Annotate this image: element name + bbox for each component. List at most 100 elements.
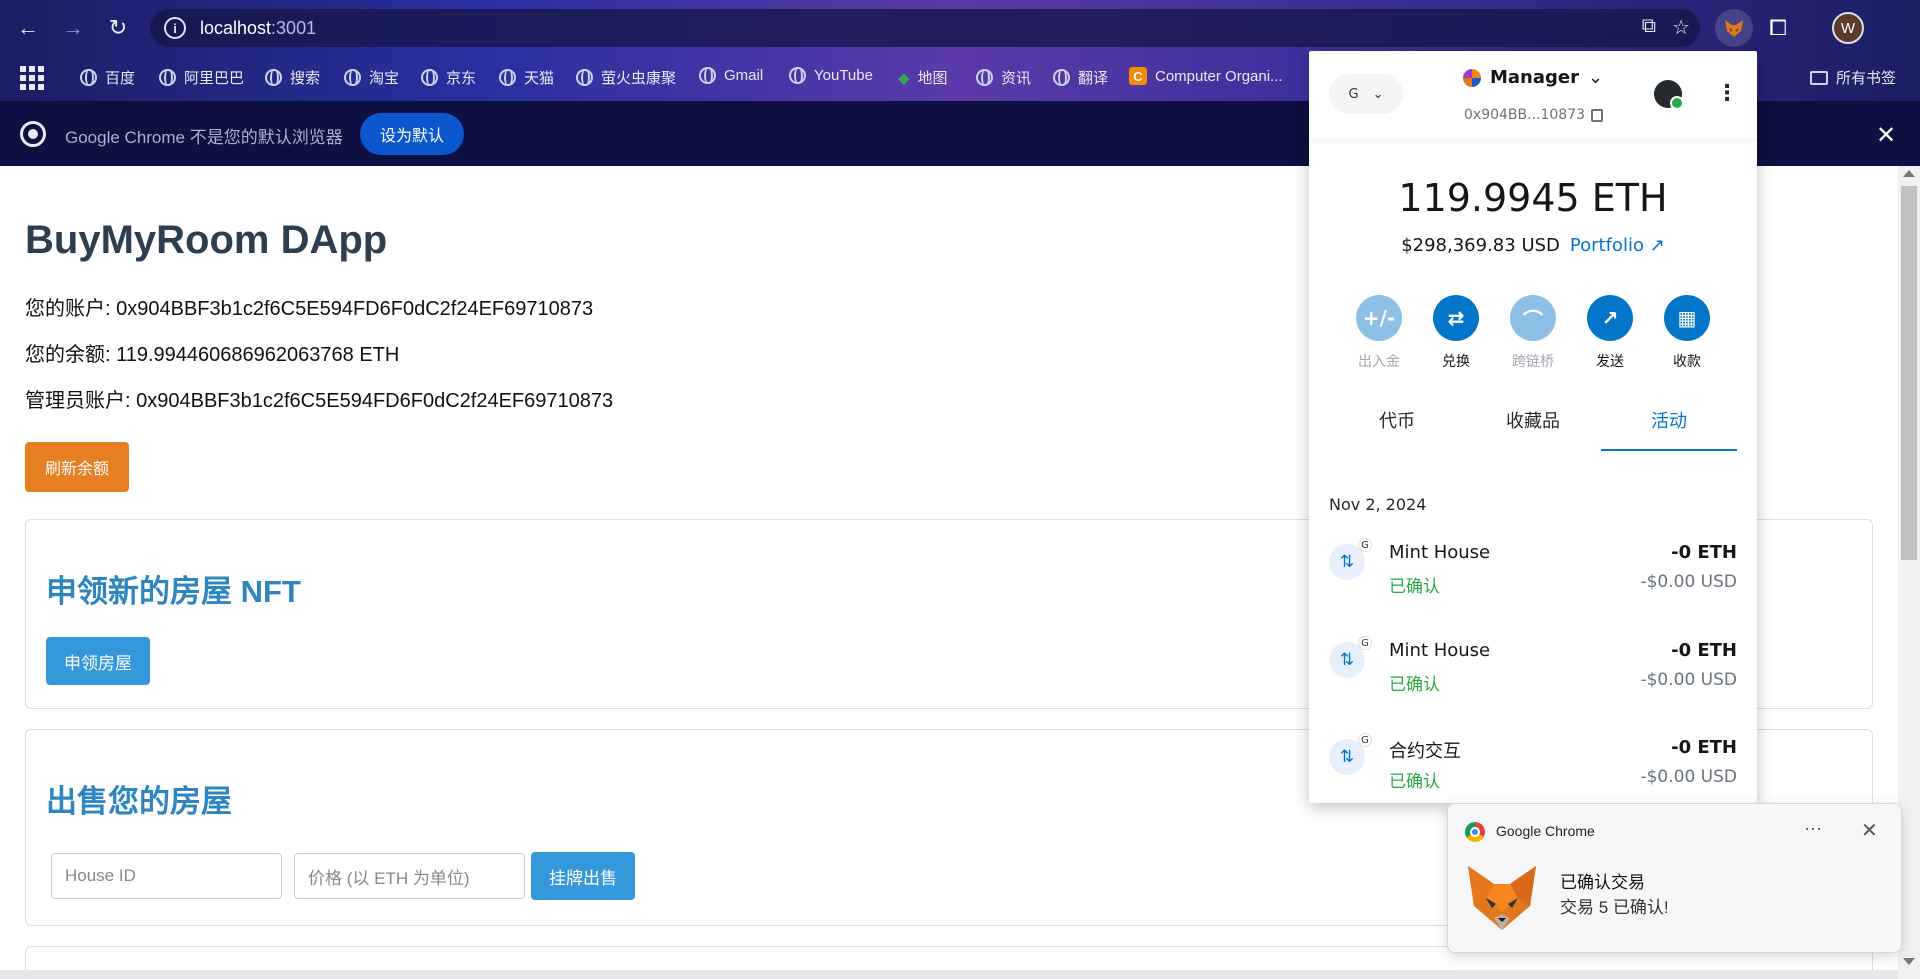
close-icon[interactable]: ✕ [1876, 121, 1896, 150]
metamask-tabs: 代币 收藏品 活动 [1329, 399, 1737, 451]
network-badge: G [1358, 733, 1372, 747]
tab-tokens[interactable]: 代币 [1329, 399, 1465, 451]
bookmark-item[interactable]: 资讯 [976, 67, 1031, 88]
notification-title: 已确认交易 [1560, 873, 1645, 892]
bookmark-item[interactable]: 天猫 [499, 67, 554, 88]
qr-code-icon: ▦ [1664, 295, 1710, 341]
buy-sell-button[interactable]: +/- 出入金 [1349, 295, 1409, 371]
wallet-actions: +/- 出入金 ⇄ 兑换 ⌒ 跨链桥 ↗ 发送 ▦ 收款 [1349, 295, 1717, 371]
kebab-menu-icon[interactable]: ⋮ [1716, 81, 1738, 106]
chrome-icon [20, 121, 46, 147]
bookmark-item[interactable]: ◆ 地图 [898, 67, 948, 88]
refresh-balance-button[interactable]: 刷新余额 [25, 442, 129, 492]
folder-icon [1810, 70, 1828, 85]
install-app-icon[interactable]: ⧉ [1642, 15, 1656, 40]
globe-icon [499, 69, 516, 86]
set-default-button[interactable]: 设为默认 [360, 113, 464, 155]
tab-collectibles[interactable]: 收藏品 [1465, 399, 1601, 451]
transaction-item[interactable]: ⇅ G Mint House 已确认 -0 ETH -$0.00 USD [1329, 636, 1737, 700]
tab-activity[interactable]: 活动 [1601, 399, 1737, 451]
all-bookmarks-folder[interactable]: 所有书签 [1810, 67, 1896, 88]
chevron-down-icon: ⌄ [1588, 67, 1604, 88]
account-line: 您的账户: 0x904BBF3b1c2f6C5E594FD6F0dC2f24EF… [25, 298, 594, 320]
eth-balance: 119.9945 ETH [1398, 176, 1668, 220]
claim-title: 申领新的房屋 NFT [46, 574, 301, 609]
bookmark-item[interactable]: C Computer Organi... [1129, 67, 1283, 85]
address-bar[interactable]: i localhost:3001 ⧉ ☆ [150, 9, 1700, 47]
network-badge: G [1358, 636, 1372, 650]
account-address[interactable]: 0x904BB...10873 [1464, 107, 1604, 123]
copy-icon[interactable] [1591, 108, 1604, 122]
bookmark-item[interactable]: 淘宝 [344, 67, 399, 88]
bookmark-item[interactable]: 百度 [80, 67, 135, 88]
globe-icon [976, 69, 993, 86]
extensions-icon[interactable]: ⧠ [1762, 12, 1794, 44]
external-link-icon: ↗ [1649, 235, 1665, 256]
globe-icon [576, 69, 593, 86]
back-icon[interactable]: ← [10, 10, 46, 46]
balance-line: 您的余额: 119.994460686962063768 ETH [25, 344, 400, 366]
plus-minus-icon: +/- [1356, 295, 1402, 341]
sell-title: 出售您的房屋 [46, 784, 232, 819]
site-info-icon[interactable]: i [164, 17, 186, 39]
bookmark-item[interactable]: 萤火虫康聚 [576, 67, 676, 88]
globe-icon [80, 69, 97, 86]
admin-line: 管理员账户: 0x904BBF3b1c2f6C5E594FD6F0dC2f24E… [25, 390, 614, 412]
bookmark-star-icon[interactable]: ☆ [1672, 15, 1690, 40]
infobar-text: Google Chrome 不是您的默认浏览器 [65, 128, 343, 147]
notification-app: Google Chrome [1496, 823, 1595, 839]
bridge-button[interactable]: ⌒ 跨链桥 [1503, 295, 1563, 371]
forward-icon[interactable]: → [55, 10, 91, 46]
maps-icon: ◆ [898, 69, 910, 87]
more-options-icon[interactable]: ··· [1804, 818, 1822, 839]
portfolio-link[interactable]: Portfolio ↗ [1570, 235, 1665, 256]
scroll-thumb[interactable] [1901, 186, 1917, 560]
metamask-extension-icon[interactable] [1715, 9, 1753, 47]
browser-toolbar: ← → ↻ i localhost:3001 ⧉ ☆ ⧠ W [0, 0, 1920, 56]
swap-icon: ⇄ [1433, 295, 1479, 341]
bookmark-item[interactable]: 搜索 [265, 67, 320, 88]
list-for-sale-button[interactable]: 挂牌出售 [531, 852, 635, 900]
connected-site-icon[interactable] [1654, 80, 1684, 110]
transaction-item[interactable]: ⇅ G Mint House 已确认 -0 ETH -$0.00 USD [1329, 538, 1737, 602]
transaction-item[interactable]: ⇅ G 合约交互 已确认 -0 ETH -$0.00 USD [1329, 733, 1737, 797]
page-title: BuyMyRoom DApp [25, 218, 388, 262]
apps-icon[interactable] [20, 66, 44, 90]
notification-body: 交易 5 已确认! [1560, 898, 1669, 917]
metamask-header: G ⌄ Manager ⌄ 0x904BB...10873 ⋮ [1309, 51, 1757, 139]
bookmark-item[interactable]: 京东 [421, 67, 476, 88]
url-text: localhost:3001 [200, 17, 317, 38]
bottom-edge [0, 970, 1898, 979]
chevron-down-icon: ⌄ [1372, 86, 1384, 102]
globe-icon [265, 69, 282, 86]
reload-icon[interactable]: ↻ [100, 10, 136, 46]
house-id-input[interactable]: House ID [51, 853, 282, 899]
profile-avatar[interactable]: W [1832, 12, 1864, 44]
account-avatar [1463, 68, 1481, 87]
receive-button[interactable]: ▦ 收款 [1657, 295, 1717, 371]
network-badge: G [1358, 538, 1372, 552]
globe-icon [344, 69, 361, 86]
bookmark-item[interactable]: 阿里巴巴 [159, 67, 244, 88]
system-notification[interactable]: Google Chrome ··· ✕ 已确认交易 交易 5 已确认! [1447, 803, 1902, 953]
chrome-icon [1465, 822, 1485, 842]
bookmark-item[interactable]: 翻译 [1053, 67, 1108, 88]
swap-button[interactable]: ⇄ 兑换 [1426, 295, 1486, 371]
scroll-up-icon[interactable] [1903, 170, 1915, 177]
activity-date: Nov 2, 2024 [1329, 495, 1427, 514]
account-selector[interactable]: Manager ⌄ [1463, 67, 1623, 88]
usd-balance: $298,369.83 USD Portfolio ↗ [1401, 235, 1665, 256]
send-button[interactable]: ↗ 发送 [1580, 295, 1640, 371]
bookmark-item[interactable]: Gmail [699, 67, 763, 84]
globe-icon [159, 69, 176, 86]
bookmark-item[interactable]: YouTube [789, 67, 873, 84]
network-selector[interactable]: G ⌄ [1329, 74, 1403, 114]
scroll-down-icon[interactable] [1903, 958, 1915, 965]
bridge-icon: ⌒ [1510, 295, 1556, 341]
globe-icon [1053, 69, 1070, 86]
price-input[interactable]: 价格 (以 ETH 为单位) [294, 853, 525, 899]
close-icon[interactable]: ✕ [1861, 818, 1878, 843]
globe-icon [699, 67, 716, 84]
metamask-popup: G ⌄ Manager ⌄ 0x904BB...10873 ⋮ 119.9945 E… [1309, 51, 1757, 803]
claim-house-button[interactable]: 申领房屋 [46, 637, 150, 685]
